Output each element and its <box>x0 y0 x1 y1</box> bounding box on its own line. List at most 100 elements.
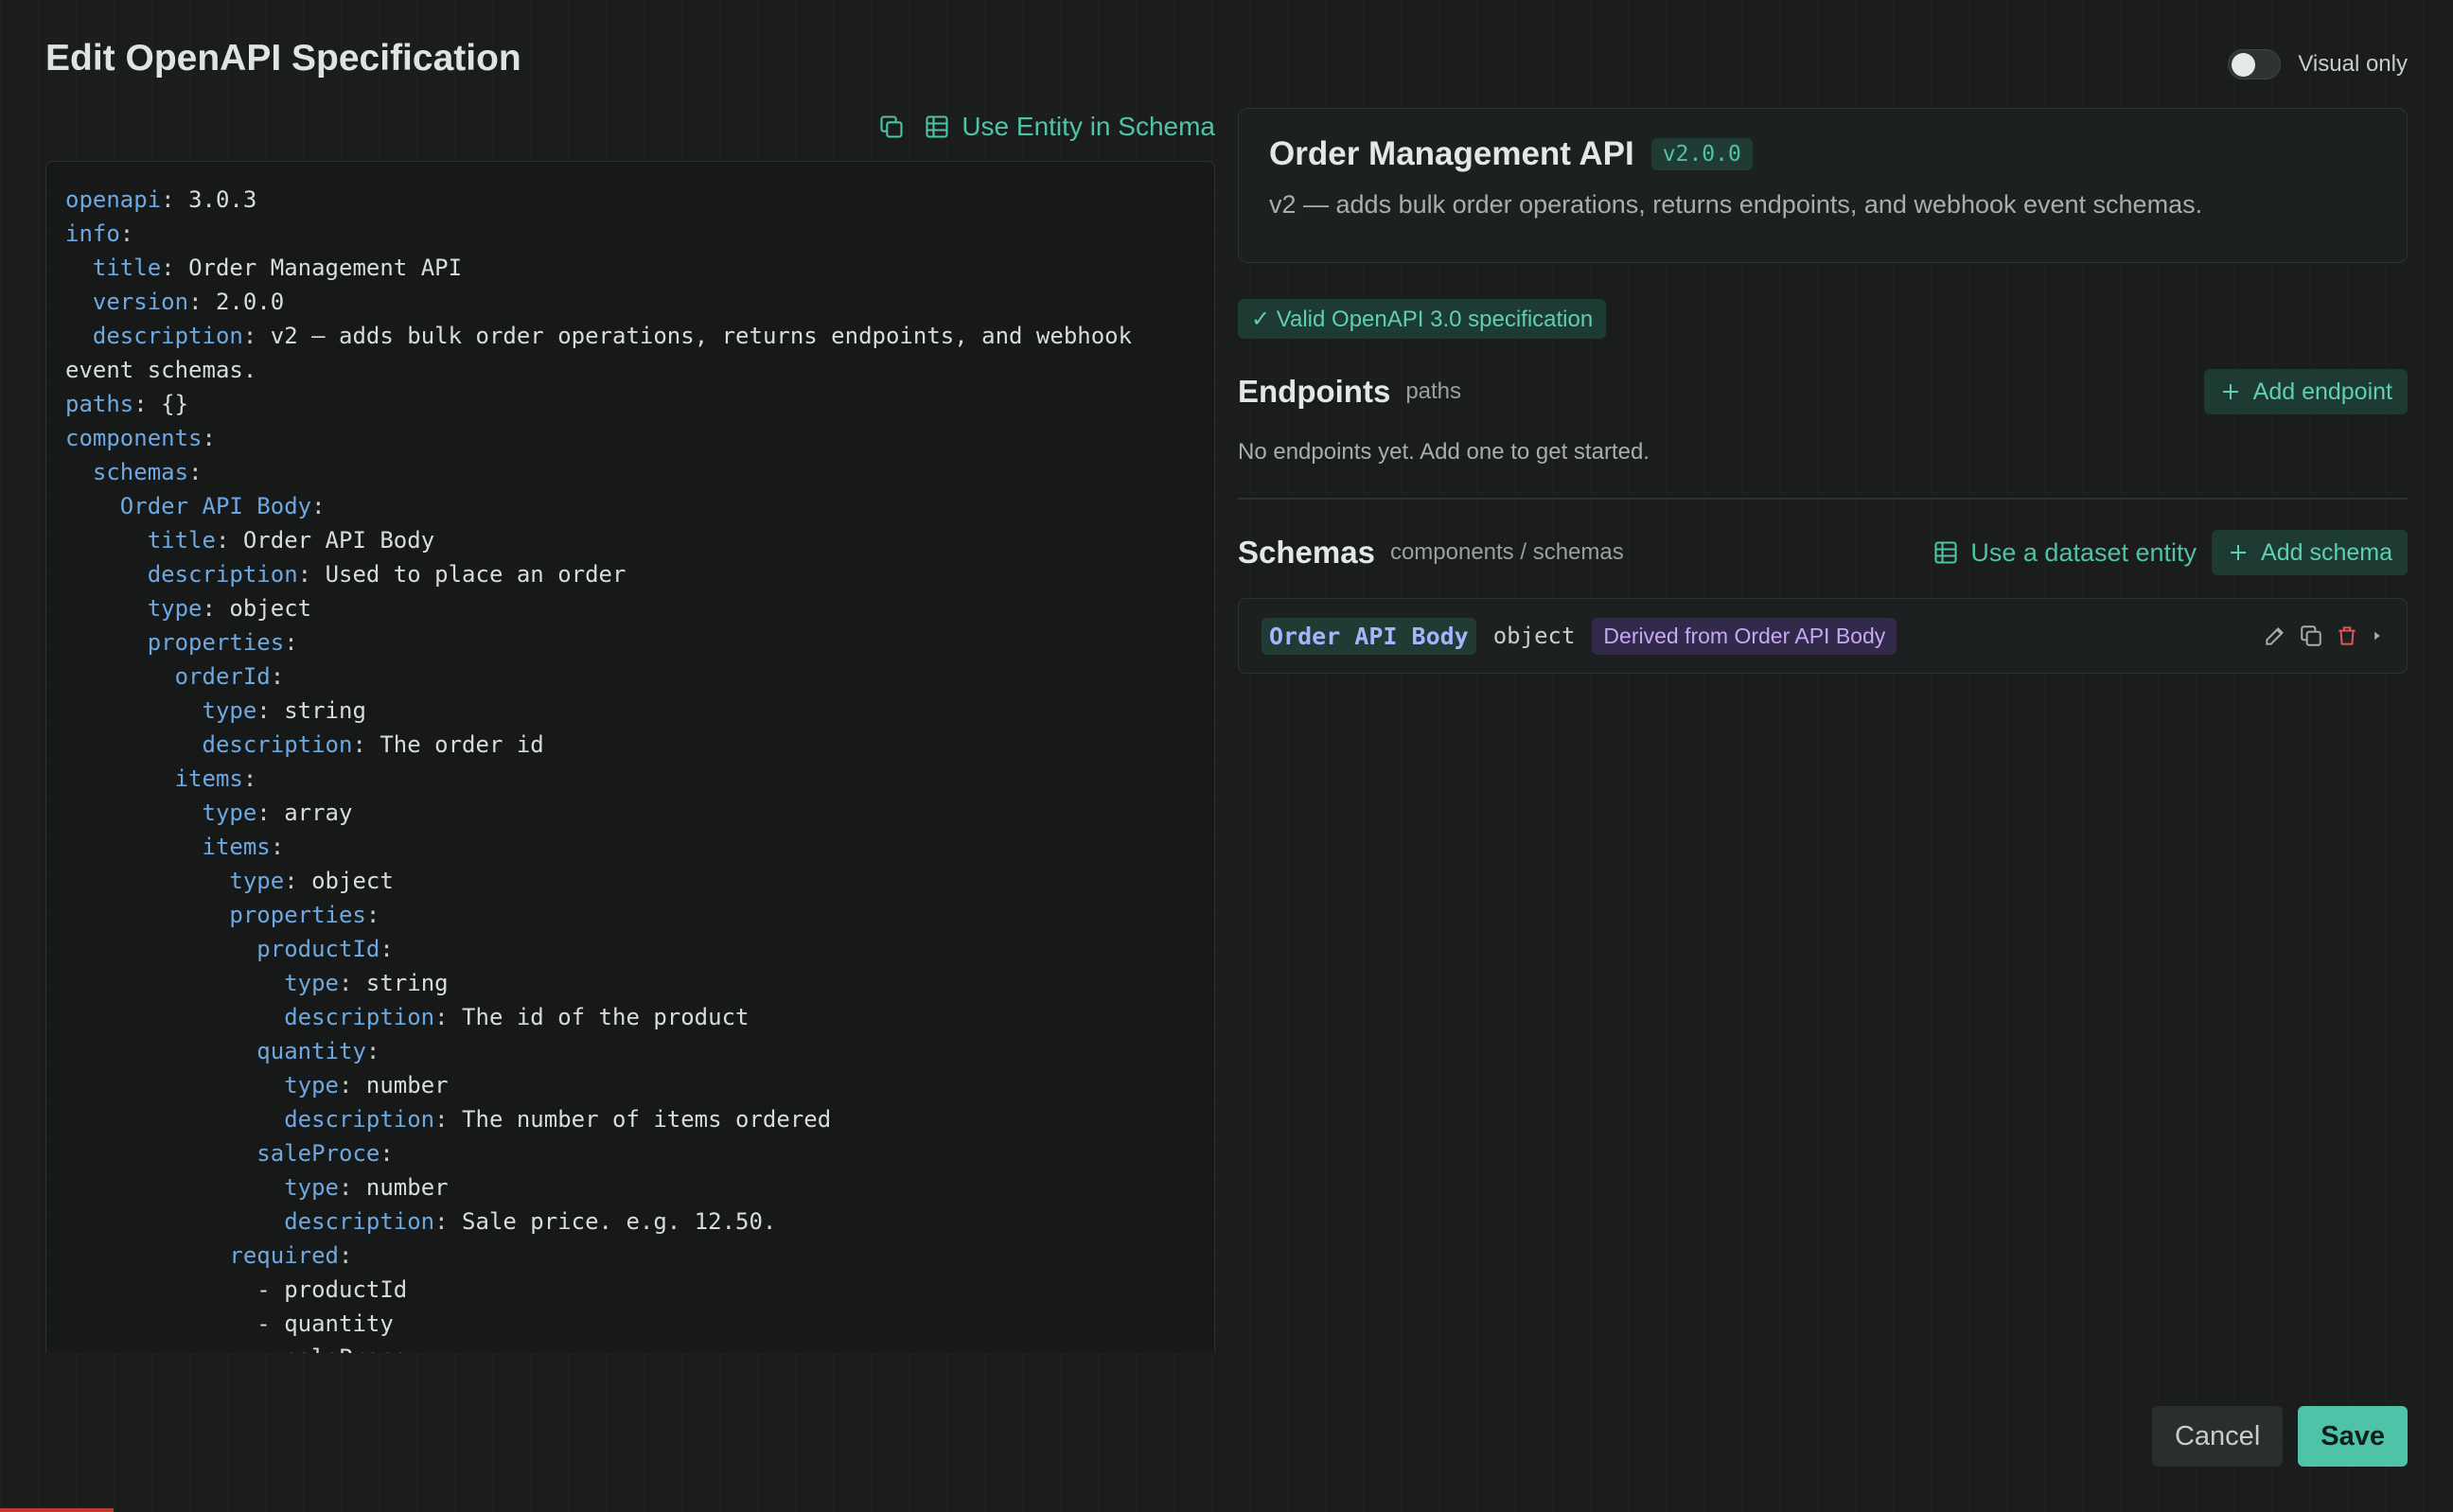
schema-row[interactable]: Order API Body object Derived from Order… <box>1238 598 2408 674</box>
yaml-key: type <box>147 595 203 622</box>
schemas-title: Schemas <box>1238 535 1375 570</box>
expand-caret-icon[interactable] <box>2371 629 2384 642</box>
schemas-subtitle: components / schemas <box>1389 539 1624 565</box>
yaml-value: array <box>284 800 353 826</box>
yaml-key: items <box>174 765 243 792</box>
schemas-header: Schemas components / schemas Use a datas… <box>1238 530 2408 575</box>
yaml-value: - productId <box>256 1276 408 1303</box>
visual-only-toggle[interactable] <box>2228 49 2282 79</box>
code-content[interactable]: openapi: 3.0.3 info: title: Order Managem… <box>46 162 1214 1353</box>
dialog-footer: Cancel Save <box>2151 1406 2408 1467</box>
yaml-value: number <box>365 1174 449 1201</box>
code-line: description: v2 — adds bulk order operat… <box>92 323 1133 349</box>
yaml-key: openapi <box>65 186 162 213</box>
code-line: description: The order id <box>202 731 544 758</box>
table-icon <box>924 114 950 140</box>
plus-icon <box>2227 541 2250 564</box>
yaml-key: components <box>65 425 203 451</box>
trash-icon[interactable] <box>2335 624 2359 648</box>
yaml-key: items <box>202 834 271 860</box>
code-line: openapi: 3.0.3 <box>65 186 257 213</box>
yaml-key: description <box>284 1004 435 1030</box>
yaml-key: type <box>202 800 257 826</box>
yaml-key: schemas <box>92 459 189 485</box>
yaml-editor[interactable]: openapi: 3.0.3 info: title: Order Managem… <box>45 161 1215 1353</box>
validation-label: ✓ Valid OpenAPI 3.0 specification <box>1251 306 1594 332</box>
endpoints-title: Endpoints <box>1238 374 1391 409</box>
save-button[interactable]: Save <box>2298 1406 2408 1467</box>
code-line: type: string <box>202 697 366 724</box>
endpoints-empty-message: No endpoints yet. Add one to get started… <box>1238 439 1650 465</box>
code-line: type: number <box>284 1072 449 1099</box>
use-entity-in-schema-button[interactable]: Use Entity in Schema <box>924 112 1215 142</box>
yaml-value: Order API Body <box>242 527 435 554</box>
cancel-button[interactable]: Cancel <box>2151 1406 2284 1467</box>
copy-icon[interactable] <box>878 114 905 140</box>
code-line: type: object <box>229 868 394 894</box>
yaml-value: 2.0.0 <box>215 289 285 315</box>
yaml-key: type <box>284 1072 339 1099</box>
yaml-value: string <box>365 970 449 996</box>
yaml-value: object <box>229 595 312 622</box>
yaml-value: 3.0.3 <box>188 186 257 213</box>
code-line: - productId <box>65 1273 1195 1307</box>
yaml-key: description <box>202 731 353 758</box>
code-line: items: <box>202 834 285 860</box>
yaml-key: orderId <box>174 663 271 690</box>
code-line: type: array <box>202 800 353 826</box>
code-line: description: The id of the product <box>284 1004 750 1030</box>
yaml-key: productId <box>256 936 380 962</box>
code-line: type: string <box>284 970 449 996</box>
code-line: - quantity <box>65 1307 1195 1341</box>
editor-toolbar: Use Entity in Schema <box>45 108 1215 146</box>
yaml-value: event schemas. <box>65 357 257 383</box>
dialog-title: Edit OpenAPI Specification <box>45 38 521 79</box>
yaml-value: {} <box>161 391 189 417</box>
code-line: Order API Body: <box>119 493 326 519</box>
add-endpoint-button[interactable]: Add endpoint <box>2203 369 2408 414</box>
code-line: quantity: <box>256 1038 380 1064</box>
code-line: description: Sale price. e.g. 12.50. <box>284 1208 777 1235</box>
yaml-value: - quantity <box>256 1310 394 1337</box>
api-title: Order Management API <box>1269 135 1634 172</box>
yaml-key: title <box>92 255 162 281</box>
code-line: required: <box>229 1242 353 1269</box>
yaml-key: properties <box>147 629 285 656</box>
code-line: orderId: <box>174 663 285 690</box>
duplicate-icon[interactable] <box>2299 624 2323 648</box>
add-endpoint-label: Add endpoint <box>2252 378 2392 405</box>
code-line: title: Order Management API <box>92 255 463 281</box>
code-line: properties: <box>147 629 298 656</box>
yaml-value: object <box>311 868 394 894</box>
code-line: productId: <box>256 936 394 962</box>
yaml-key: description <box>147 561 298 588</box>
add-schema-button[interactable]: Add schema <box>2212 530 2408 575</box>
code-line: schemas: <box>92 459 203 485</box>
code-line: type: object <box>147 595 312 622</box>
yaml-key: description <box>284 1208 435 1235</box>
yaml-key: required <box>229 1242 339 1269</box>
yaml-key: properties <box>229 902 366 928</box>
code-line: description: The number of items ordered <box>284 1106 832 1133</box>
yaml-key: type <box>202 697 257 724</box>
version-badge: v2.0.0 <box>1650 138 1753 170</box>
code-line: paths: {} <box>65 391 189 417</box>
api-info-card: Order Management API v2.0.0 v2 — adds bu… <box>1238 108 2408 263</box>
use-dataset-entity-button[interactable]: Use a dataset entity <box>1932 538 2197 568</box>
yaml-key: title <box>147 527 216 554</box>
yaml-key: saleProce <box>256 1140 380 1167</box>
yaml-value: v2 — adds bulk order operations, returns… <box>270 323 1133 349</box>
yaml-key: Order API Body <box>119 493 312 519</box>
yaml-value: Used to place an order <box>325 561 626 588</box>
derived-badge: Derived from Order API Body <box>1592 617 1897 655</box>
yaml-value: - saleProce <box>256 1345 407 1353</box>
table-icon <box>1932 539 1959 566</box>
yaml-key: type <box>229 868 285 894</box>
code-line: type: number <box>284 1174 449 1201</box>
endpoints-header: Endpoints paths Add endpoint <box>1238 369 2408 414</box>
endpoints-subtitle: paths <box>1405 378 1462 404</box>
visual-only-label: Visual only <box>2298 51 2408 77</box>
edit-icon[interactable] <box>2263 624 2287 648</box>
code-line: title: Order API Body <box>147 527 435 554</box>
schema-name: Order API Body <box>1262 617 1476 655</box>
